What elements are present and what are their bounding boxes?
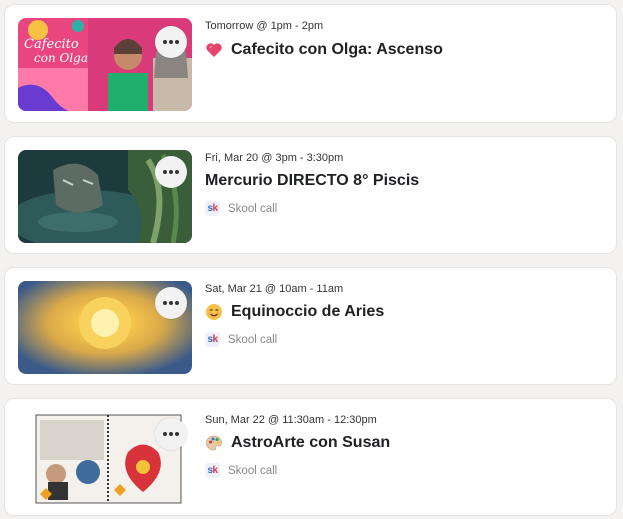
thumbnail-script-text: Cafecito [24, 37, 79, 52]
more-options-button[interactable] [155, 287, 187, 319]
thumbnail-script-text: con Olga [34, 51, 88, 65]
skool-icon: sk [205, 463, 220, 478]
event-card[interactable]: Cafecito con Olga Tomorrow @ 1pm - 2pm C… [4, 4, 617, 123]
event-title[interactable]: AstroArte con Susan [231, 434, 390, 452]
call-type-label: Skool call [228, 464, 278, 477]
more-options-button[interactable] [155, 26, 187, 58]
skool-icon: sk [205, 332, 220, 347]
smiling-face-icon [205, 303, 223, 321]
event-card[interactable]: Sat, Mar 21 @ 10am - 11am Equinoccio de … [4, 267, 617, 385]
more-options-button[interactable] [155, 418, 187, 450]
ellipsis-icon [162, 170, 167, 174]
event-title[interactable]: Cafecito con Olga: Ascenso [231, 41, 443, 59]
event-date: Sun, Mar 22 @ 11:30am - 12:30pm [205, 414, 377, 426]
event-date: Sat, Mar 21 @ 10am - 11am [205, 283, 344, 295]
more-options-button[interactable] [155, 156, 187, 188]
skool-icon: sk [205, 201, 220, 216]
event-date: Tomorrow @ 1pm - 2pm [205, 20, 324, 32]
artist-palette-icon [205, 434, 223, 452]
heart-icon [205, 41, 223, 59]
ellipsis-icon [162, 40, 167, 44]
event-title[interactable]: Equinoccio de Aries [231, 303, 384, 321]
ellipsis-icon [162, 432, 167, 436]
event-title[interactable]: Mercurio DIRECTO 8° Piscis [205, 172, 419, 190]
call-type-label: Skool call [228, 333, 278, 346]
call-type-label: Skool call [228, 202, 278, 215]
event-card[interactable]: Sun, Mar 22 @ 11:30am - 12:30pm AstroArt… [4, 398, 617, 516]
event-date: Fri, Mar 20 @ 3pm - 3:30pm [205, 152, 344, 164]
ellipsis-icon [162, 301, 167, 305]
event-card[interactable]: Fri, Mar 20 @ 3pm - 3:30pm Mercurio DIRE… [4, 136, 617, 254]
